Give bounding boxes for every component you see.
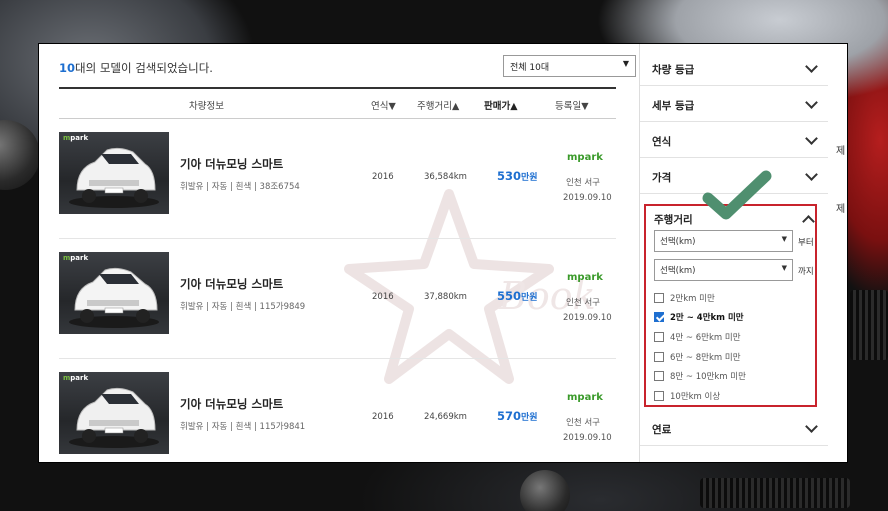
chevron-down-icon bbox=[805, 168, 818, 181]
checkbox-icon[interactable] bbox=[654, 371, 664, 381]
car-image bbox=[69, 387, 159, 448]
filter-year-label: 연식 bbox=[652, 136, 672, 148]
car-name[interactable]: 기아 더뉴모닝 스마트 bbox=[180, 156, 283, 172]
table-header: 차량정보 연식▼ 주행거리▲ 판매가▲ 등록일▼ bbox=[59, 87, 616, 119]
car-year: 2016 bbox=[372, 292, 394, 302]
filter-count-value: 전체 10대 bbox=[510, 63, 550, 73]
checkbox-icon[interactable] bbox=[654, 391, 664, 401]
mileage-to-suffix: 까지 bbox=[798, 267, 814, 277]
result-count: 10 bbox=[59, 61, 76, 75]
car-mileage: 37,880km bbox=[424, 292, 467, 302]
car-mileage: 24,669km bbox=[424, 412, 467, 422]
thumb-brand-tag: mpark bbox=[63, 134, 89, 142]
result-summary-text: 대의 모델이 검색되었습니다. bbox=[75, 61, 213, 75]
cut-off-text: 제 bbox=[836, 146, 846, 157]
results-list: 10대의 모델이 검색되었습니다. 전체 10대 ▼ 차량정보 연식▼ 주행거리… bbox=[59, 44, 636, 462]
search-results-panel: Book 10대의 모델이 검색되었습니다. 전체 10대 ▼ 차량정보 연식▼… bbox=[38, 43, 848, 463]
dropdown-arrow-icon: ▼ bbox=[622, 59, 629, 68]
table-row[interactable]: mpark 기아 더뉴모닝 스마트 휘발유 | 자동 | 흰색 | 115가98… bbox=[59, 360, 616, 462]
thumb-brand-tag: mpark bbox=[63, 374, 89, 382]
table-row[interactable]: mpark 기아 더뉴모닝 스마트 휘발유 | 자동 | 흰색 | 38조675… bbox=[59, 120, 616, 239]
steering-knob-decor bbox=[0, 120, 40, 190]
car-mileage: 36,584km bbox=[424, 172, 467, 182]
car-image bbox=[69, 267, 159, 328]
car-name[interactable]: 기아 더뉴모닝 스마트 bbox=[180, 276, 283, 292]
sort-year[interactable]: 연식▼ bbox=[371, 98, 396, 112]
car-name[interactable]: 기아 더뉴모닝 스마트 bbox=[180, 396, 283, 412]
sort-price[interactable]: 판매가▲ bbox=[484, 98, 518, 112]
checkbox-checked-icon[interactable] bbox=[654, 312, 664, 322]
sort-mileage[interactable]: 주행거리▲ bbox=[417, 98, 459, 112]
filter-sidebar: 차량 등급 세부 등급 연식 가격 주행거리 선택(km) ▼ 부터 선택(km… bbox=[639, 44, 847, 462]
dealer-logo: mpark bbox=[567, 272, 603, 283]
dropdown-arrow-icon: ▼ bbox=[781, 235, 787, 243]
mileage-option-checkbox[interactable]: 4만 ~ 6만km 미만 bbox=[654, 331, 741, 345]
filter-fuel-label: 연료 bbox=[652, 424, 672, 436]
air-vent-decor bbox=[850, 290, 888, 360]
chevron-down-icon bbox=[805, 132, 818, 145]
car-date: 2019.09.10 bbox=[563, 313, 612, 323]
checkbox-icon[interactable] bbox=[654, 293, 664, 303]
result-summary: 10대의 모델이 검색되었습니다. bbox=[59, 60, 213, 76]
dropdown-arrow-icon: ▼ bbox=[781, 264, 787, 272]
filter-grade[interactable]: 차량 등급 bbox=[640, 50, 828, 86]
filter-grade-label: 차량 등급 bbox=[652, 64, 695, 76]
checkbox-icon[interactable] bbox=[654, 332, 664, 342]
filter-year[interactable]: 연식 bbox=[640, 122, 828, 158]
car-spec: 휘발유 | 자동 | 흰색 | 38조6754 bbox=[180, 182, 300, 192]
filter-mileage-label[interactable]: 주행거리 bbox=[654, 212, 693, 227]
chevron-down-icon bbox=[805, 96, 818, 109]
car-thumbnail[interactable]: mpark bbox=[59, 252, 169, 334]
filter-price-label: 가격 bbox=[652, 172, 672, 184]
filter-count-select[interactable]: 전체 10대 ▼ bbox=[503, 55, 636, 77]
mileage-option-checkbox[interactable]: 2만km 미만 bbox=[654, 292, 715, 306]
car-thumbnail[interactable]: mpark bbox=[59, 372, 169, 454]
car-spec: 휘발유 | 자동 | 흰색 | 115가9849 bbox=[180, 302, 306, 312]
filter-fuel[interactable]: 연료 bbox=[640, 410, 828, 446]
car-date: 2019.09.10 bbox=[563, 193, 612, 203]
air-vent-decor bbox=[700, 478, 850, 508]
car-year: 2016 bbox=[372, 412, 394, 422]
table-row[interactable]: mpark 기아 더뉴모닝 스마트 휘발유 | 자동 | 흰색 | 115가98… bbox=[59, 240, 616, 359]
car-location: 인천 서구 bbox=[566, 298, 600, 308]
car-spec: 휘발유 | 자동 | 흰색 | 115가9841 bbox=[180, 422, 306, 432]
checkbox-icon[interactable] bbox=[654, 352, 664, 362]
filter-mileage-expanded: 주행거리 선택(km) ▼ 부터 선택(km) ▼ 까지 2만km 미만 2만 … bbox=[644, 204, 817, 407]
dealer-logo: mpark bbox=[567, 152, 603, 163]
filter-sub-grade[interactable]: 세부 등급 bbox=[640, 86, 828, 122]
chevron-down-icon bbox=[805, 60, 818, 73]
mileage-from-select[interactable]: 선택(km) ▼ bbox=[654, 230, 793, 252]
car-year: 2016 bbox=[372, 172, 394, 182]
cut-off-text: 제 bbox=[836, 204, 846, 215]
car-price: 530만원 bbox=[497, 169, 538, 183]
col-car-info: 차량정보 bbox=[189, 101, 224, 112]
mileage-to-select[interactable]: 선택(km) ▼ bbox=[654, 259, 793, 281]
thumb-brand-tag: mpark bbox=[63, 254, 89, 262]
chevron-down-icon bbox=[805, 420, 818, 433]
filter-sub-grade-label: 세부 등급 bbox=[652, 100, 695, 112]
car-price: 570만원 bbox=[497, 409, 538, 423]
sort-date[interactable]: 등록일▼ bbox=[555, 98, 589, 112]
car-date: 2019.09.10 bbox=[563, 433, 612, 443]
car-thumbnail[interactable]: mpark bbox=[59, 132, 169, 214]
mileage-option-checkbox[interactable]: 8만 ~ 10만km 미만 bbox=[654, 370, 746, 384]
car-image bbox=[69, 147, 159, 208]
gear-knob-decor bbox=[520, 470, 570, 511]
car-price: 550만원 bbox=[497, 289, 538, 303]
car-location: 인천 서구 bbox=[566, 418, 600, 428]
dealer-logo: mpark bbox=[567, 392, 603, 403]
mileage-from-suffix: 부터 bbox=[798, 238, 814, 248]
mileage-option-checkbox[interactable]: 2만 ~ 4만km 미만 bbox=[654, 311, 744, 325]
check-mark-icon bbox=[702, 170, 772, 220]
mileage-option-checkbox[interactable]: 6만 ~ 8만km 미만 bbox=[654, 351, 741, 365]
car-location: 인천 서구 bbox=[566, 178, 600, 188]
chevron-up-icon[interactable] bbox=[802, 215, 815, 228]
mileage-option-checkbox[interactable]: 10만km 이상 bbox=[654, 390, 720, 404]
